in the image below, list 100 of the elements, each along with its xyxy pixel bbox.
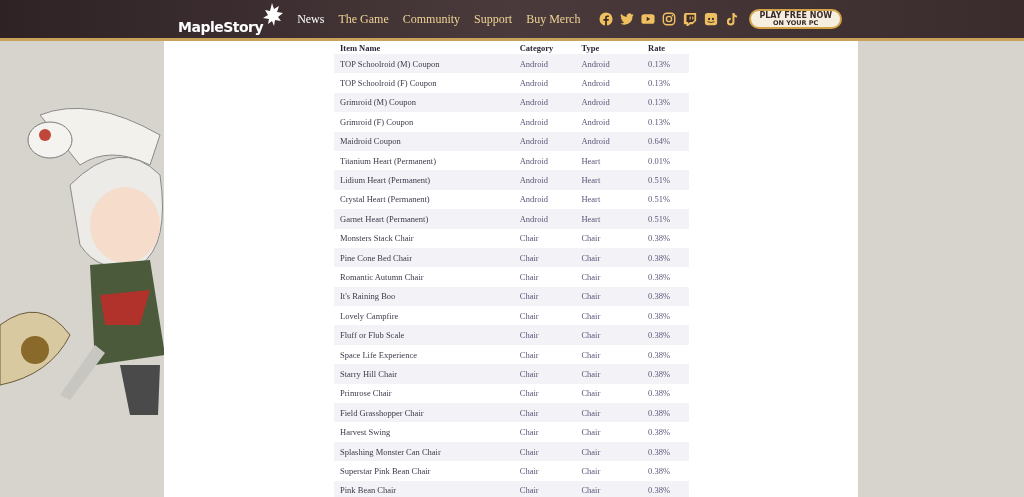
table-cell: Android bbox=[513, 150, 576, 171]
instagram-icon[interactable] bbox=[662, 12, 677, 26]
table-cell: Heart bbox=[575, 170, 643, 190]
table-cell: Chair bbox=[575, 441, 643, 462]
table-cell: Chair bbox=[513, 228, 576, 248]
table-cell: Primrose Chair bbox=[334, 383, 514, 404]
table-cell: Chair bbox=[575, 403, 643, 423]
table-cell: Romantic Autumn Chair bbox=[334, 267, 514, 287]
table-cell: 0.51% bbox=[642, 209, 689, 229]
table-cell: 0.38% bbox=[642, 247, 689, 268]
table-cell: Chair bbox=[513, 267, 576, 287]
table-cell: Chair bbox=[513, 480, 576, 497]
table-cell: Chair bbox=[513, 306, 576, 326]
table-cell: Chair bbox=[513, 422, 576, 442]
table-cell: Harvest Swing bbox=[334, 422, 514, 442]
table-cell: Starry Hill Chair bbox=[334, 364, 514, 384]
table-cell: Fluff or Flub Scale bbox=[334, 325, 514, 345]
table-cell: 0.13% bbox=[642, 112, 689, 132]
table-cell: Android bbox=[575, 112, 643, 132]
nav-link[interactable]: Buy Merch bbox=[526, 11, 581, 27]
table-cell: Chair bbox=[513, 286, 576, 307]
nav-link[interactable]: Support bbox=[474, 11, 513, 27]
tiktok-icon[interactable] bbox=[725, 12, 740, 26]
table-cell: Chair bbox=[513, 247, 576, 268]
table-cell: 0.38% bbox=[642, 422, 689, 442]
table-cell: Lovely Campfire bbox=[334, 306, 514, 326]
table-cell: Lidium Heart (Permanent) bbox=[334, 170, 514, 190]
nav-link[interactable]: News bbox=[297, 11, 325, 27]
table-cell: Chair bbox=[575, 344, 643, 365]
column-header: Type bbox=[575, 41, 643, 54]
table-cell: 0.38% bbox=[642, 286, 689, 307]
table-cell: 0.13% bbox=[642, 54, 689, 74]
table-cell: 0.38% bbox=[642, 325, 689, 345]
table-cell: Heart bbox=[575, 209, 643, 229]
table-cell: 0.38% bbox=[642, 267, 689, 287]
table-cell: Android bbox=[513, 92, 576, 113]
table-cell: Chair bbox=[575, 325, 643, 345]
table-cell: Chair bbox=[575, 247, 643, 268]
table-cell: 0.38% bbox=[642, 480, 689, 497]
table-cell: 0.51% bbox=[642, 189, 689, 210]
table-cell: 0.38% bbox=[642, 228, 689, 248]
table-cell: 0.38% bbox=[642, 344, 689, 365]
twitch-icon[interactable] bbox=[683, 12, 698, 26]
table-cell: Chair bbox=[575, 461, 643, 481]
table-cell: 0.51% bbox=[642, 170, 689, 190]
table-cell: Heart bbox=[575, 150, 643, 171]
table-cell: 0.38% bbox=[642, 441, 689, 462]
column-header: Item Name bbox=[334, 41, 514, 54]
table-cell: Android bbox=[575, 92, 643, 113]
table-cell: Chair bbox=[575, 422, 643, 442]
table-cell: Chair bbox=[575, 286, 643, 307]
table-cell: Chair bbox=[513, 461, 576, 481]
table-cell: Chair bbox=[513, 383, 576, 404]
table-cell: 0.38% bbox=[642, 461, 689, 481]
table-cell: 0.13% bbox=[642, 73, 689, 93]
nav-link[interactable]: The Game bbox=[338, 11, 389, 27]
table-cell: Android bbox=[513, 112, 576, 132]
table-cell: Splashing Monster Can Chair bbox=[334, 441, 514, 462]
table-cell: TOP Schoolroid (F) Coupon bbox=[334, 73, 514, 93]
table-cell: Maidroid Coupon bbox=[334, 131, 514, 151]
table-cell: Android bbox=[575, 54, 643, 74]
table-cell: Superstar Pink Bean Chair bbox=[334, 461, 514, 481]
table-cell: Chair bbox=[513, 364, 576, 384]
table-cell: Garnet Heart (Permanent) bbox=[334, 209, 514, 229]
table-cell: 0.38% bbox=[642, 306, 689, 326]
table-cell: 0.01% bbox=[642, 150, 689, 171]
table-cell: Monsters Stack Chair bbox=[334, 228, 514, 248]
table-cell: Android bbox=[513, 131, 576, 151]
table-cell: Field Grasshopper Chair bbox=[334, 403, 514, 423]
table-cell: Android bbox=[513, 54, 576, 74]
table-cell: Pink Bean Chair bbox=[334, 480, 514, 497]
table-cell: Chair bbox=[575, 364, 643, 384]
table-cell: 0.64% bbox=[642, 131, 689, 151]
table-cell: Chair bbox=[575, 267, 643, 287]
logo-text[interactable]: MapleStory bbox=[178, 19, 264, 35]
table-cell: Chair bbox=[575, 383, 643, 404]
table-cell: Android bbox=[575, 73, 643, 93]
table-cell: Android bbox=[575, 131, 643, 151]
table-cell: 0.38% bbox=[642, 364, 689, 384]
twitter-icon[interactable] bbox=[620, 12, 635, 26]
table-cell: Android bbox=[513, 189, 576, 210]
table-cell: Space Life Experience bbox=[334, 344, 514, 365]
table-cell: 0.13% bbox=[642, 92, 689, 113]
table-cell: Grimroid (M) Coupon bbox=[334, 92, 514, 113]
table-cell: Android bbox=[513, 209, 576, 229]
table-cell: TOP Schoolroid (M) Coupon bbox=[334, 54, 514, 74]
table-cell: Chair bbox=[513, 344, 576, 365]
table-cell: Titanium Heart (Permanent) bbox=[334, 150, 514, 171]
table-cell: Android bbox=[513, 170, 576, 190]
nav-link[interactable]: Community bbox=[402, 11, 461, 27]
table-cell: Chair bbox=[575, 228, 643, 248]
table-cell: Chair bbox=[513, 441, 576, 462]
column-header: Category bbox=[513, 41, 576, 54]
table-cell: Grimroid (F) Coupon bbox=[334, 112, 514, 132]
table-cell: 0.38% bbox=[642, 403, 689, 423]
youtube-icon[interactable] bbox=[641, 12, 656, 26]
facebook-icon[interactable] bbox=[599, 12, 614, 26]
table-cell: Android bbox=[513, 73, 576, 93]
table-cell: Chair bbox=[513, 325, 576, 345]
table-cell: Chair bbox=[575, 480, 643, 497]
